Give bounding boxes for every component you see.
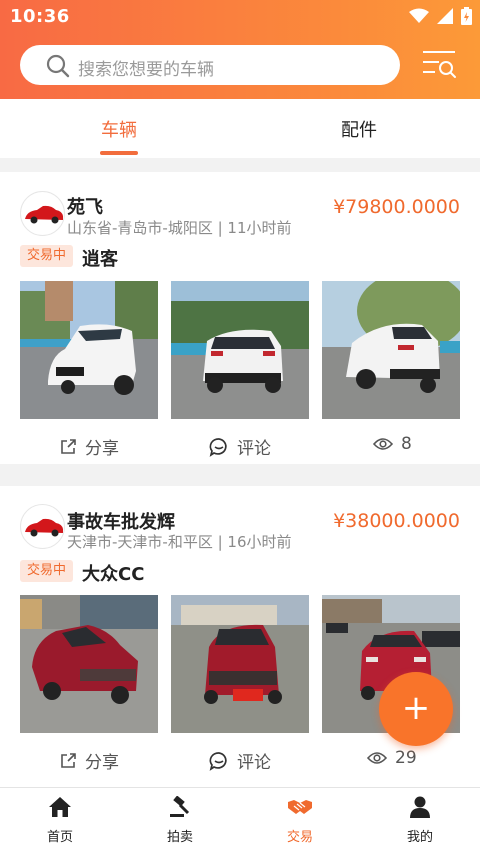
- handshake-icon: [288, 800, 312, 814]
- share-button[interactable]: 分享: [59, 434, 119, 459]
- share-icon: [61, 752, 76, 768]
- add-listing-button[interactable]: +: [379, 672, 453, 746]
- car-photo[interactable]: [20, 595, 158, 733]
- views-value: 29: [395, 748, 417, 768]
- avatar[interactable]: [20, 191, 65, 236]
- share-icon: [61, 438, 76, 454]
- status-bar: 10:36: [0, 0, 480, 34]
- red-car-avatar-icon: [25, 205, 63, 224]
- filter-search-icon[interactable]: [421, 48, 459, 82]
- nav-item-trade[interactable]: 交易: [260, 796, 340, 845]
- tab-vehicles[interactable]: 车辆: [101, 116, 137, 142]
- active-tab-indicator: [100, 151, 138, 155]
- nav-item-home[interactable]: 首页: [20, 796, 100, 845]
- nav-item-mine[interactable]: 我的: [380, 796, 460, 845]
- search-bar[interactable]: 搜索您想要的车辆: [20, 45, 400, 85]
- signal-icon: [437, 8, 453, 24]
- comment-icon: [209, 751, 227, 771]
- status-badge: 交易中: [20, 245, 73, 267]
- bottom-nav: 首页 拍卖 交易 我的: [0, 787, 480, 852]
- status-time: 10:36: [10, 6, 70, 27]
- comment-button[interactable]: 评论: [209, 434, 271, 459]
- share-label: 分享: [85, 753, 119, 773]
- comment-button[interactable]: 评论: [209, 748, 271, 773]
- car-model: 大众CC: [82, 564, 145, 585]
- car-photo[interactable]: [20, 281, 158, 419]
- status-icons: [409, 7, 472, 25]
- comment-label: 评论: [237, 753, 271, 773]
- views-count: 8: [373, 434, 412, 454]
- car-model: 逍客: [82, 249, 118, 270]
- wifi-icon: [409, 8, 429, 23]
- app-header: 10:36 搜索您想要的车辆: [0, 0, 480, 99]
- red-car-avatar-icon: [25, 518, 63, 537]
- nav-item-auction[interactable]: 拍卖: [140, 795, 220, 845]
- comment-label: 评论: [237, 439, 271, 459]
- eye-icon: [373, 438, 393, 450]
- search-icon: [46, 54, 70, 78]
- battery-icon: [461, 7, 472, 25]
- share-button[interactable]: 分享: [59, 748, 119, 773]
- location-time: 天津市-天津市-和平区 | 16小时前: [67, 533, 292, 551]
- avatar[interactable]: [20, 504, 65, 549]
- car-photo[interactable]: [171, 281, 309, 419]
- car-photo[interactable]: [322, 281, 460, 419]
- eye-icon: [367, 752, 387, 764]
- nav-label: 我的: [406, 830, 433, 845]
- price: ¥38000.0000: [333, 510, 460, 532]
- home-icon: [49, 797, 71, 817]
- price: ¥79800.0000: [333, 196, 460, 218]
- listing-card[interactable]: 苑飞 山东省-青岛市-城阳区 | 11小时前 ¥79800.0000 交易中 逍…: [0, 172, 480, 464]
- search-placeholder[interactable]: 搜索您想要的车辆: [78, 55, 214, 80]
- tab-parts[interactable]: 配件: [341, 116, 377, 142]
- nav-label: 交易: [286, 830, 313, 845]
- nav-label: 拍卖: [166, 830, 193, 845]
- plus-icon: +: [401, 688, 431, 728]
- category-tabs: 车辆 配件: [0, 99, 480, 158]
- car-photo[interactable]: [171, 595, 309, 733]
- views-value: 8: [401, 434, 412, 454]
- auction-gavel-icon: [170, 795, 190, 817]
- location-time: 山东省-青岛市-城阳区 | 11小时前: [67, 219, 292, 237]
- views-count: 29: [367, 748, 417, 768]
- person-icon: [410, 796, 430, 818]
- status-badge: 交易中: [20, 560, 73, 582]
- comment-icon: [209, 437, 227, 457]
- seller-name: 苑飞: [67, 197, 103, 218]
- nav-label: 首页: [46, 830, 73, 845]
- share-label: 分享: [85, 439, 119, 459]
